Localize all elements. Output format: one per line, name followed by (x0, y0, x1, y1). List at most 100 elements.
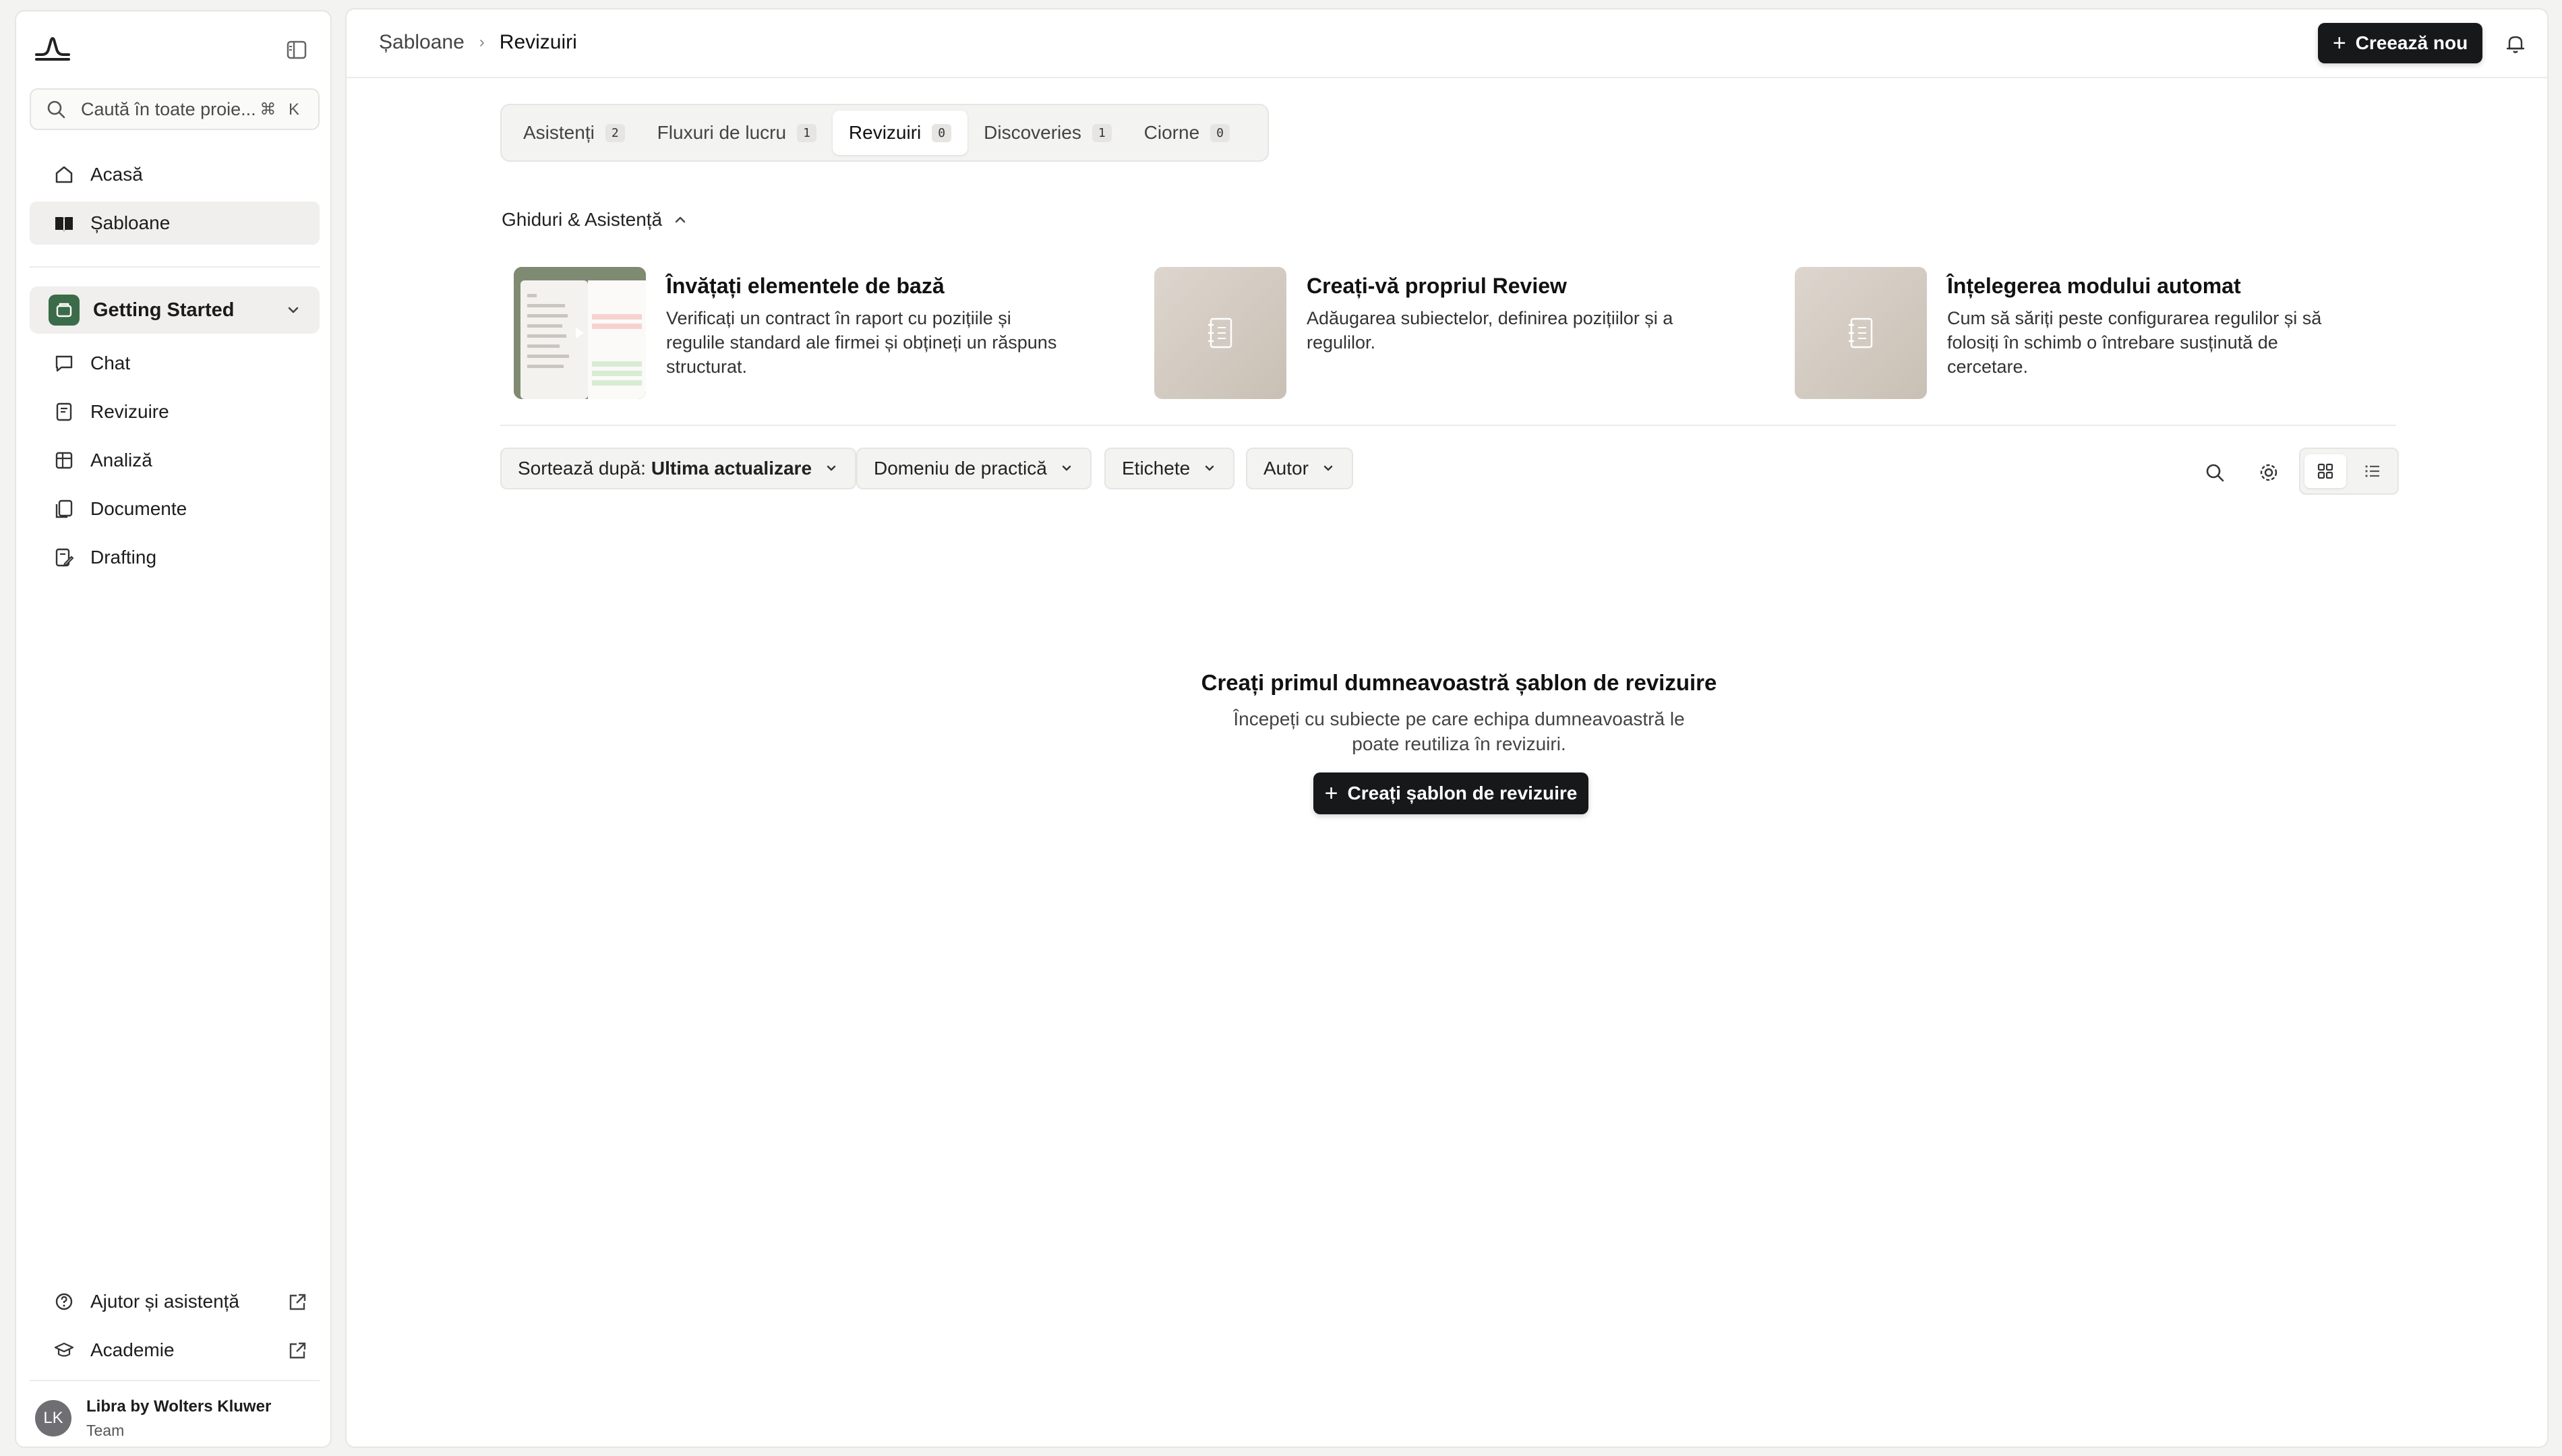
guide-thumbnail (1154, 267, 1286, 399)
nav-item-label: Drafting (90, 547, 157, 568)
chevron-down-icon (827, 465, 836, 471)
tab-reviews[interactable]: Revizuiri 0 (832, 111, 968, 155)
empty-state-description: Începeți cu subiecte pe care echipa dumn… (1233, 708, 1685, 754)
notebook-icon (1849, 317, 1873, 348)
guide-description: Cum să săriți peste configurarea regulil… (1947, 308, 2322, 377)
folder-icon (56, 303, 72, 317)
guides-toggle[interactable]: Ghiduri & Asistență (502, 209, 688, 231)
checklist-preview-image (514, 267, 646, 399)
divider (30, 266, 320, 268)
search-placeholder: Caută în toate proie... (81, 98, 256, 119)
tab-label: Revizuiri (848, 122, 922, 143)
chat-icon (55, 355, 73, 372)
search-icon[interactable] (2203, 461, 2226, 484)
tab-count: 2 (605, 123, 625, 142)
bell-icon[interactable] (2504, 32, 2527, 55)
sort-value: Ultima actualizare (651, 458, 812, 479)
tab-discoveries[interactable]: Discoveries 1 (967, 111, 1128, 155)
academy-icon (54, 1342, 74, 1357)
nav-item-label: Chat (90, 353, 131, 373)
guide-thumbnail (1795, 267, 1927, 399)
guide-card-own-review[interactable]: Creați-vă propriul Review Adăugarea subi… (1154, 259, 1748, 400)
tab-label: Ciorne (1143, 122, 1200, 143)
chevron-down-icon (1205, 465, 1214, 471)
nav-item-home[interactable]: Acasă (30, 153, 320, 196)
tab-count: 0 (1210, 123, 1230, 142)
user-role: Team (86, 1421, 125, 1439)
nav-item-help[interactable]: Ajutor și asistență (30, 1280, 320, 1323)
nav-item-label: Documente (90, 498, 187, 519)
help-icon (55, 1293, 73, 1310)
search-input[interactable]: Caută în toate proie... ⌘ K (30, 88, 320, 130)
create-review-template-button[interactable]: + Creați șablon de revizuire (1313, 772, 1588, 814)
tab-count: 1 (1092, 123, 1112, 142)
nav-item-chat[interactable]: Chat (30, 342, 320, 385)
tab-count: 1 (797, 123, 816, 142)
nav-item-academy[interactable]: Academie (30, 1329, 320, 1372)
sidebar-collapse-icon[interactable] (286, 40, 307, 60)
template-tabs: Asistenți 2 Fluxuri de lucru 1 Revizuiri… (500, 104, 1269, 162)
create-new-button[interactable]: + Creează nou (2318, 23, 2482, 63)
nav-item-label: Revizuire (90, 401, 169, 422)
tab-assistants[interactable]: Asistenți 2 (507, 111, 641, 155)
grid-view-button[interactable] (2304, 454, 2346, 488)
create-new-label: Creează nou (2355, 32, 2468, 53)
breadcrumb-reviews: Revizuiri (499, 31, 577, 53)
nav-item-review[interactable]: Revizuire (30, 390, 320, 433)
breadcrumb: Șabloane › Revizuiri (379, 31, 577, 54)
sidebar: Caută în toate proie... ⌘ K Acasă Șabloa… (15, 10, 332, 1448)
tab-workflows[interactable]: Fluxuri de lucru 1 (641, 111, 833, 155)
nav-item-templates[interactable]: Șabloane (30, 202, 320, 245)
list-icon (2365, 465, 2379, 477)
guide-description: Adăugarea subiectelor, definirea poziții… (1307, 308, 1673, 353)
chevron-down-icon (1323, 465, 1333, 471)
breadcrumb-templates[interactable]: Șabloane (379, 31, 465, 54)
user-profile[interactable]: LK Libra by Wolters Kluwer Team (30, 1395, 271, 1442)
drafting-icon (55, 548, 74, 567)
plus-icon: + (2332, 30, 2346, 56)
gear-icon[interactable] (2257, 461, 2280, 484)
practice-area-label: Domeniu de practică (874, 458, 1047, 479)
chevron-up-icon (675, 216, 686, 223)
home-icon (55, 166, 73, 183)
notebook-icon (1208, 317, 1232, 348)
video-thumbnail (514, 267, 646, 399)
chevron-down-icon (1062, 465, 1071, 471)
external-link-icon[interactable] (287, 1341, 307, 1361)
author-filter[interactable]: Autor (1246, 448, 1353, 489)
guide-description: Verificați un contract în raport cu pozi… (666, 308, 1057, 377)
book-icon (55, 217, 73, 231)
create-review-template-label: Creați șablon de revizuire (1347, 783, 1578, 803)
tags-filter[interactable]: Etichete (1104, 448, 1235, 489)
nav-item-analysis[interactable]: Analiză (30, 439, 320, 482)
tab-drafts[interactable]: Ciorne 0 (1128, 111, 1246, 155)
external-link-icon[interactable] (287, 1292, 307, 1312)
project-selector[interactable]: Getting Started (30, 286, 320, 334)
tab-label: Discoveries (984, 122, 1081, 143)
nav-item-documents[interactable]: Documente (30, 487, 320, 530)
empty-state: Creați primul dumneavoastră șablon de re… (1088, 670, 1830, 756)
guide-card-auto-mode[interactable]: Înțelegerea modului automat Cum să săriț… (1795, 259, 2388, 400)
main-panel: Șabloane › Revizuiri + Creează nou Asist… (345, 8, 2549, 1448)
avatar: LK (35, 1400, 71, 1436)
plus-icon: + (1324, 780, 1338, 806)
guide-title: Creați-vă propriul Review (1307, 274, 1567, 298)
practice-area-filter[interactable]: Domeniu de practică (856, 448, 1092, 489)
divider (30, 1380, 320, 1381)
sort-dropdown[interactable]: Sortează după: Ultima actualizare (500, 448, 857, 489)
guide-title: Învățați elementele de bază (666, 274, 945, 298)
tab-count: 0 (932, 123, 952, 142)
tab-label: Fluxuri de lucru (657, 122, 787, 143)
list-view-button[interactable] (2352, 454, 2393, 488)
divider (500, 425, 2396, 426)
nav-item-label: Șabloane (90, 212, 171, 233)
project-name: Getting Started (93, 299, 235, 321)
search-shortcut: ⌘ K (260, 100, 303, 119)
nav-item-drafting[interactable]: Drafting (30, 536, 320, 579)
guide-card-basics[interactable]: Învățați elementele de bază Verificați u… (514, 259, 1107, 400)
table-icon (55, 452, 73, 469)
logo-icon[interactable] (34, 34, 71, 61)
empty-state-title: Creați primul dumneavoastră șablon de re… (1201, 670, 1717, 695)
nav-item-label: Analiză (90, 450, 152, 471)
app-window: Caută în toate proie... ⌘ K Acasă Șabloa… (0, 0, 2562, 1456)
